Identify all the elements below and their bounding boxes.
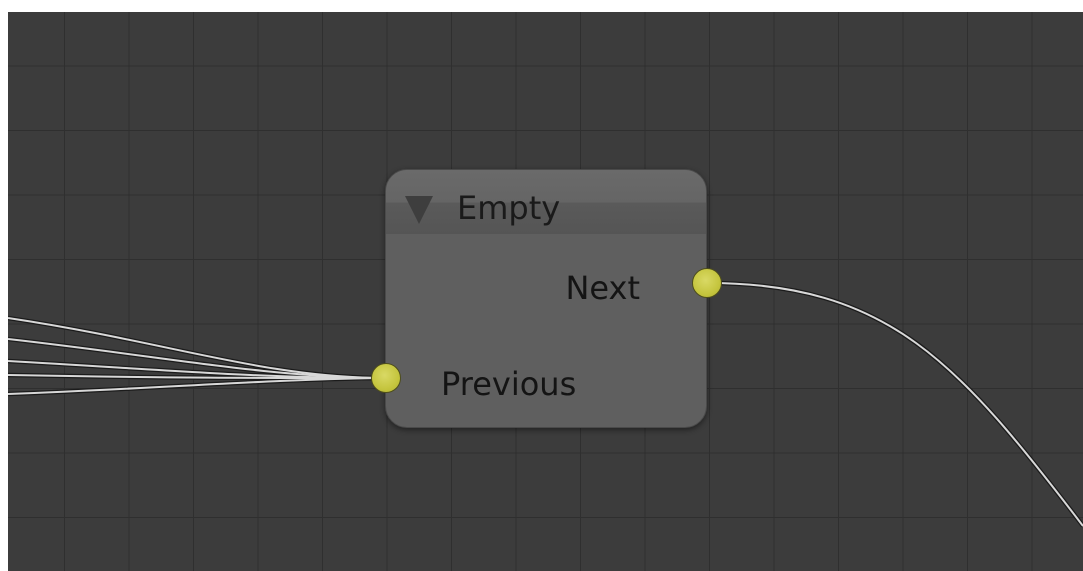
- triangle-down-icon[interactable]: [405, 196, 433, 224]
- node-header[interactable]: Empty: [386, 170, 706, 234]
- incoming-link: [8, 317, 378, 379]
- input-label-previous: Previous: [441, 365, 577, 403]
- input-socket-previous[interactable]: [371, 363, 401, 393]
- empty-node[interactable]: Empty Next Previous: [371, 169, 722, 428]
- node-title: Empty: [457, 189, 561, 227]
- incoming-link: [8, 377, 378, 395]
- output-label-next: Next: [565, 269, 640, 307]
- output-socket-next[interactable]: [692, 268, 722, 298]
- outgoing-link: [706, 282, 1083, 527]
- node-editor-canvas[interactable]: Empty Next Previous: [8, 12, 1083, 571]
